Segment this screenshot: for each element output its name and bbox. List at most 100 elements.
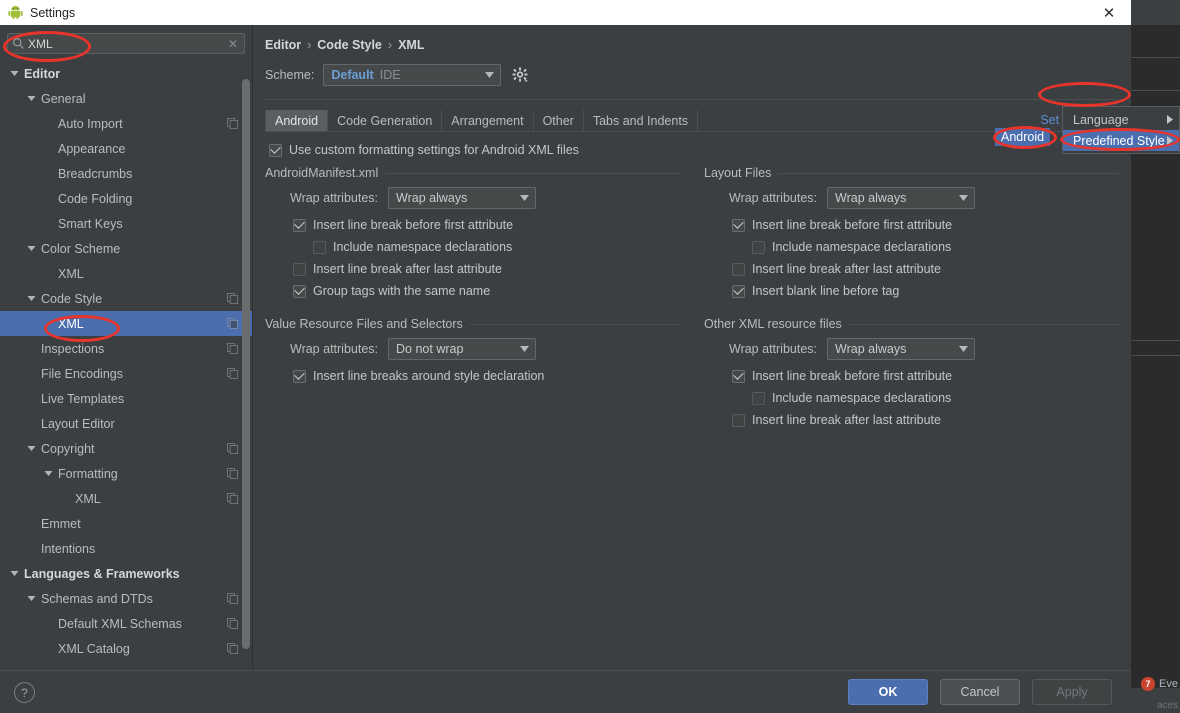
sidebar-item-file-encodings[interactable]: File Encodings [0,361,252,386]
search-input[interactable]: XML ✕ [7,33,245,54]
copy-settings-icon[interactable] [227,468,239,479]
group-header: Layout Files [704,166,1119,180]
android-settings-panel: Use custom formatting settings for Andro… [253,131,1131,670]
tab-other[interactable]: Other [534,110,584,131]
sidebar-item-general[interactable]: General [0,86,252,111]
checkbox-input[interactable] [752,391,765,405]
sidebar-item-intentions[interactable]: Intentions [0,536,252,561]
checkbox-input[interactable] [732,262,745,276]
sidebar-item-smart-keys[interactable]: Smart Keys [0,211,252,236]
sidebar-item-color-scheme[interactable]: Color Scheme [0,236,252,261]
checkbox-row[interactable]: Insert line break after last attribute [293,262,680,276]
sidebar-item-default-xml-schemas[interactable]: Default XML Schemas [0,611,252,636]
sidebar-item-appearance[interactable]: Appearance [0,136,252,161]
sidebar-item-live-templates[interactable]: Live Templates [0,386,252,411]
use-custom-formatting-box[interactable] [269,143,282,157]
sidebar-item-label: Schemas and DTDs [41,591,153,606]
menu-item-predefined-style[interactable]: Predefined Style [1063,130,1179,151]
group-value-resource: Value Resource Files and Selectors Wrap a… [265,317,680,383]
sidebar-item-languages-frameworks[interactable]: Languages & Frameworks [0,561,252,586]
sidebar-item-formatting[interactable]: Formatting [0,461,252,486]
checkbox-row[interactable]: Insert line break before first attribute [732,369,1119,383]
sidebar-item-layout-editor[interactable]: Layout Editor [0,411,252,436]
sidebar-item-xml[interactable]: XML [0,261,252,286]
checkbox-input[interactable] [732,413,745,427]
wrap-attributes-select[interactable]: Do not wrap [388,338,537,360]
copy-settings-icon[interactable] [227,293,239,304]
wrap-attributes-select[interactable]: Wrap always [827,187,976,209]
checkbox-input[interactable] [293,218,306,232]
close-icon[interactable]: ✕ [1087,0,1131,25]
checkbox-row[interactable]: Include namespace declarations [313,240,680,254]
background-event-log[interactable]: 7 Eve [1141,677,1178,691]
sidebar-item-label: Intentions [41,541,96,556]
tab-arrangement[interactable]: Arrangement [442,110,534,131]
copy-settings-icon[interactable] [227,318,239,329]
sidebar-item-xml[interactable]: XML [0,311,252,336]
gear-icon[interactable] [510,65,530,85]
sidebar-item-label: Editor [24,66,61,81]
search-value: XML [28,36,53,51]
copy-settings-icon[interactable] [227,118,239,129]
sidebar-item-code-style[interactable]: Code Style [0,286,252,311]
copy-settings-icon[interactable] [227,368,239,379]
checkbox-row[interactable]: Insert line break after last attribute [732,413,1119,427]
copy-settings-icon[interactable] [227,618,239,629]
checkbox-row[interactable]: Group tags with the same name [293,284,680,298]
apply-button[interactable]: Apply [1032,679,1112,705]
checkbox-label: Insert line break before first attribute [313,218,514,232]
tab-code-generation[interactable]: Code Generation [328,110,443,131]
copy-settings-icon[interactable] [227,343,239,354]
android-submenu-chip[interactable]: Android [995,128,1051,146]
checkbox-input[interactable] [293,284,306,298]
sidebar-item-xml[interactable]: XML [0,486,252,511]
settings-tree[interactable]: Editor General Auto Import Appearance Breadc… [0,59,252,670]
clear-search-icon[interactable]: ✕ [228,37,240,51]
checkbox-row[interactable]: Insert line break before first attribute [732,218,1119,232]
sidebar-item-code-folding[interactable]: Code Folding [0,186,252,211]
cancel-button[interactable]: Cancel [940,679,1020,705]
copy-settings-icon[interactable] [227,593,239,604]
checkbox-row[interactable]: Insert line break after last attribute [732,262,1119,276]
scheme-select[interactable]: Default IDE [323,64,502,86]
sidebar-item-auto-import[interactable]: Auto Import [0,111,252,136]
menu-item-language[interactable]: Language [1063,109,1179,130]
checkbox-row[interactable]: Insert blank line before tag [732,284,1119,298]
checkbox-input[interactable] [732,284,745,298]
checkbox-row[interactable]: Include namespace declarations [752,391,1119,405]
checkbox-input[interactable] [293,369,306,383]
group-divider [385,172,680,174]
use-custom-formatting-checkbox[interactable]: Use custom formatting settings for Andro… [269,143,1119,157]
wrap-attributes-select[interactable]: Wrap always [388,187,537,209]
sidebar-scrollbar[interactable] [242,79,250,664]
checkbox-row[interactable]: Include namespace declarations [752,240,1119,254]
copy-settings-icon[interactable] [227,643,239,654]
tab-android[interactable]: Android [265,110,329,131]
sidebar-item-copyright[interactable]: Copyright [0,436,252,461]
sidebar-item-editor[interactable]: Editor [0,61,252,86]
sidebar-item-schemas-and-dtds[interactable]: Schemas and DTDs [0,586,252,611]
ok-button[interactable]: OK [848,679,928,705]
sidebar-scrollbar-thumb[interactable] [242,79,250,649]
checkbox-input[interactable] [293,262,306,276]
sidebar-item-inspections[interactable]: Inspections [0,336,252,361]
help-icon[interactable]: ? [14,682,35,703]
chevron-down-icon [515,346,533,352]
sidebar-item-breadcrumbs[interactable]: Breadcrumbs [0,161,252,186]
tab-tabs-and-indents[interactable]: Tabs and Indents [584,110,699,131]
copy-settings-icon[interactable] [227,493,239,504]
wrap-attributes-select[interactable]: Wrap always [827,338,976,360]
copy-settings-icon[interactable] [227,443,239,454]
checkbox-input[interactable] [313,240,326,254]
checkbox-row[interactable]: Insert line break before first attribute [293,218,680,232]
sidebar-item-xml-catalog[interactable]: XML Catalog [0,636,252,661]
checkbox-row[interactable]: Insert line breaks around style declarat… [293,369,680,383]
sidebar-item-emmet[interactable]: Emmet [0,511,252,536]
checkbox-input[interactable] [732,369,745,383]
checkbox-input[interactable] [732,218,745,232]
checkbox-input[interactable] [752,240,765,254]
set-from-menu[interactable]: Language Predefined Style [1062,106,1180,154]
